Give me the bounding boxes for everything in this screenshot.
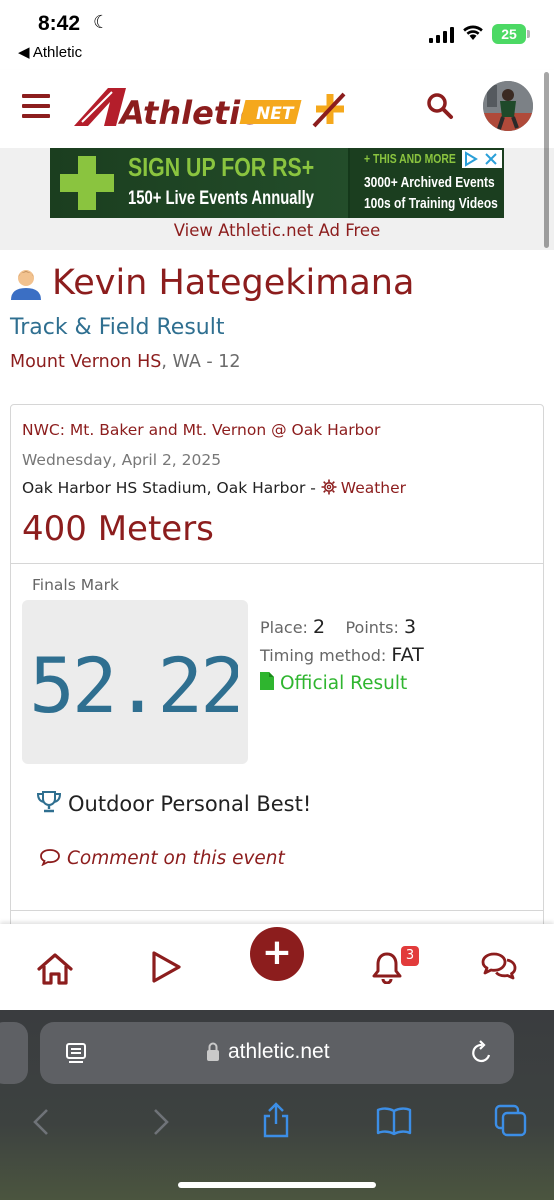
bell-icon[interactable]: [371, 950, 403, 984]
school-link[interactable]: Mount Vernon HS: [10, 352, 161, 372]
add-button[interactable]: +: [250, 927, 304, 981]
meet-link[interactable]: NWC: Mt. Baker and Mt. Vernon @ Oak Harb…: [22, 421, 380, 439]
weather-label: Weather: [340, 479, 407, 497]
user-avatar[interactable]: [483, 81, 533, 131]
finals-section: Finals Mark 52.22 Place: 2 Points: 3 Tim…: [11, 563, 543, 965]
pb-label: Outdoor Personal Best!: [68, 792, 312, 816]
ad-right-line1: 3000+ Archived Events: [364, 174, 495, 191]
place-points: Place: 2 Points: 3: [260, 616, 416, 638]
finals-label: Finals Mark: [32, 576, 119, 594]
menu-icon[interactable]: [22, 94, 50, 118]
comment-icon: [40, 849, 60, 867]
site-header: Athletic NET: [0, 70, 554, 148]
timing-value: FAT: [391, 644, 424, 666]
mark-value: 52.22: [34, 641, 238, 720]
home-indicator: [178, 1182, 376, 1188]
venue-line: Oak Harbor HS Stadium, Oak Harbor - Weat…: [22, 479, 406, 497]
event-name: 400 Meters: [22, 509, 214, 549]
previous-tab[interactable]: [0, 1022, 28, 1084]
back-to-app-link[interactable]: ◀ Athletic: [18, 43, 82, 61]
clock: 8:42: [38, 12, 81, 35]
ad-headline: SIGN UP FOR RS+: [128, 152, 315, 182]
tabs-icon[interactable]: [494, 1104, 528, 1138]
points-label: Points:: [345, 618, 404, 637]
ad-choices-icon[interactable]: [462, 150, 502, 168]
place-value: 2: [313, 616, 326, 638]
svg-text:NET: NET: [256, 104, 295, 124]
battery-indicator: 25: [492, 24, 530, 44]
mark-display: 52.22: [22, 600, 248, 764]
result-type-link[interactable]: Track & Field Result: [10, 315, 224, 340]
forward-arrow-icon[interactable]: [152, 1108, 170, 1136]
meet-date: Wednesday, April 2, 2025: [22, 451, 222, 469]
home-icon[interactable]: [36, 952, 74, 986]
school-details: , WA - 12: [161, 352, 241, 372]
personal-best: Outdoor Personal Best!: [36, 790, 311, 816]
ad-free-link[interactable]: View Athletic.net Ad Free: [0, 221, 554, 240]
timing-label: Timing method:: [260, 646, 392, 665]
svg-text:Athletic: Athletic: [117, 94, 259, 132]
ad-area: SIGN UP FOR RS+ 150+ Live Events Annuall…: [0, 148, 554, 250]
athlete-name: Kevin Hategekimana: [52, 263, 415, 303]
status-bar: 8:42 ☾ ◀ Athletic 25: [0, 0, 554, 70]
official-result-link[interactable]: Official Result: [260, 672, 407, 694]
person-icon: [11, 270, 41, 300]
svg-text:52.22: 52.22: [34, 641, 238, 720]
trophy-icon: [36, 791, 62, 813]
place-label: Place:: [260, 618, 314, 637]
moon-icon: ☾: [93, 12, 110, 33]
document-icon: [260, 672, 274, 690]
comment-link[interactable]: Comment on this event: [39, 848, 285, 869]
weather-link[interactable]: Weather: [321, 479, 406, 497]
cellular-signal-icon: [429, 27, 454, 43]
official-label: Official Result: [280, 673, 408, 694]
notification-badge: 3: [401, 946, 419, 966]
share-icon[interactable]: [260, 1102, 292, 1138]
plus-icon: [60, 156, 114, 210]
result-card: NWC: Mt. Baker and Mt. Vernon @ Oak Harb…: [10, 404, 544, 964]
browser-chrome: athletic.net: [0, 1010, 554, 1200]
url-text: athletic.net: [228, 1040, 330, 1063]
wifi-icon: [463, 25, 483, 40]
address-bar[interactable]: athletic.net: [40, 1022, 514, 1084]
gear-icon: [321, 479, 337, 495]
ad-right-line2: 100s of Training Videos: [364, 195, 498, 212]
ad-subline: 150+ Live Events Annually: [128, 188, 315, 209]
points-value: 3: [404, 616, 417, 638]
chat-icon[interactable]: [480, 951, 518, 983]
page-menu-icon[interactable]: [65, 1042, 87, 1064]
scrollbar[interactable]: [544, 72, 549, 248]
comment-label: Comment on this event: [67, 848, 285, 869]
divider: [11, 910, 543, 911]
reload-icon[interactable]: [470, 1040, 494, 1066]
venue-text: Oak Harbor HS Stadium, Oak Harbor -: [22, 479, 321, 497]
bookmarks-icon[interactable]: [376, 1106, 412, 1136]
bottom-nav: + 3: [0, 924, 554, 1010]
search-icon[interactable]: [426, 92, 454, 120]
timing-method: Timing method: FAT: [260, 644, 424, 666]
ad-right-top: + THIS AND MORE: [364, 151, 456, 166]
play-icon[interactable]: [149, 950, 183, 984]
rs-plus-banner-ad[interactable]: SIGN UP FOR RS+ 150+ Live Events Annuall…: [50, 148, 504, 218]
school-line: Mount Vernon HS, WA - 12: [10, 352, 241, 372]
back-arrow-icon[interactable]: [32, 1108, 50, 1136]
athletic-net-logo[interactable]: Athletic NET: [68, 82, 350, 132]
lock-icon: [207, 1042, 219, 1061]
